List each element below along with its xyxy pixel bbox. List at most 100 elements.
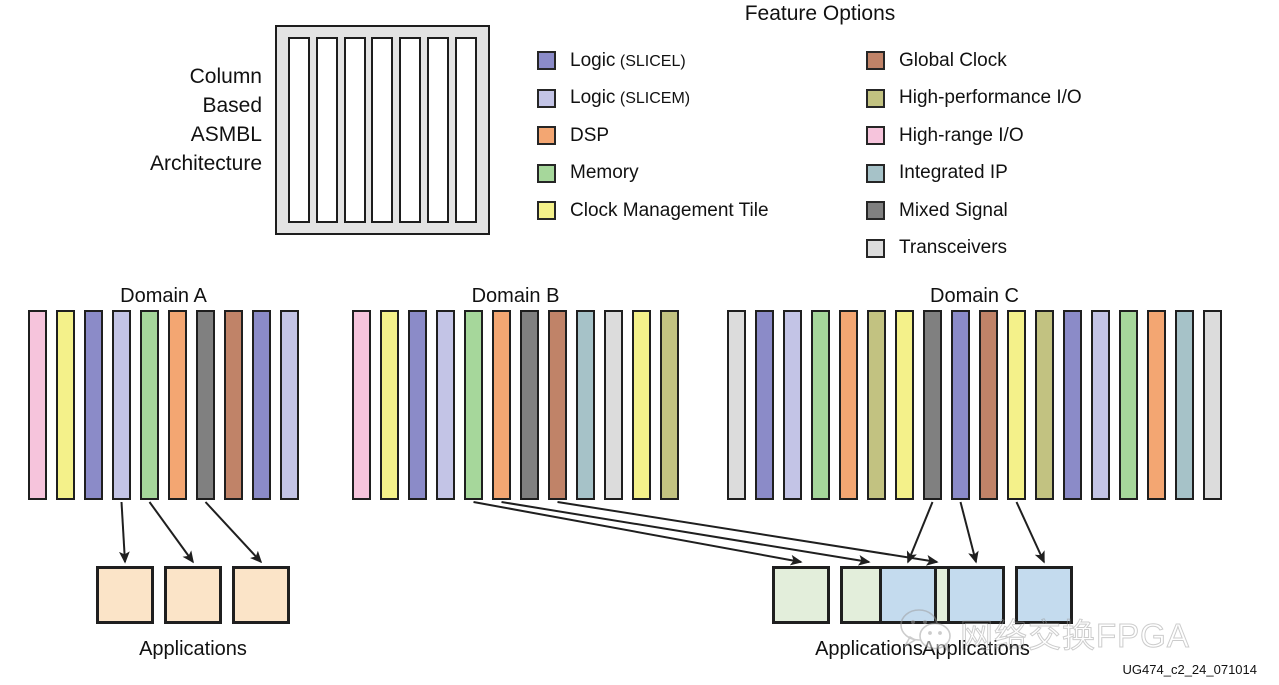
legend-label-main: Clock Management Tile xyxy=(570,199,769,221)
fpga-column-dsp[interactable] xyxy=(492,310,511,500)
legend-label-main: DSP xyxy=(570,124,610,146)
fpga-column-logic-slicem[interactable] xyxy=(1091,310,1110,500)
fpga-column-global-clock[interactable] xyxy=(224,310,243,500)
domain-arrow xyxy=(148,501,194,564)
legend-label-main: High-range I/O xyxy=(899,124,1024,146)
fpga-column-logic-slicem[interactable] xyxy=(280,310,299,500)
legend-label-main: Mixed Signal xyxy=(899,199,1008,221)
fpga-column-global-clock[interactable] xyxy=(979,310,998,500)
asmbl-column xyxy=(454,37,477,223)
asmbl-column xyxy=(427,37,450,223)
legend-label-main: Memory xyxy=(570,162,639,184)
fpga-column-integrated-ip[interactable] xyxy=(1175,310,1194,500)
fpga-column-clock-management-tile[interactable] xyxy=(380,310,399,500)
fpga-column-logic-slicel[interactable] xyxy=(252,310,271,500)
domain-arrow xyxy=(959,501,979,564)
fpga-column-logic-slicem[interactable] xyxy=(436,310,455,500)
fpga-column-transceivers[interactable] xyxy=(1203,310,1222,500)
legend-swatch-transceivers xyxy=(866,238,885,258)
legend-label: DSP xyxy=(570,125,609,147)
legend-label: Logic (SLICEL) xyxy=(570,50,686,72)
fpga-column-high-range-io[interactable] xyxy=(28,310,47,500)
fpga-column-high-performance-io[interactable] xyxy=(867,310,886,500)
legend-item: Logic (SLICEL) xyxy=(537,42,769,80)
fpga-column-global-clock[interactable] xyxy=(548,310,567,500)
fpga-column-transceivers[interactable] xyxy=(727,310,746,500)
fpga-column-memory[interactable] xyxy=(811,310,830,500)
legend-column-right: Global Clock High-performance I/O High-ran… xyxy=(866,42,1082,267)
domain-arrow xyxy=(204,501,263,564)
fpga-column-high-range-io[interactable] xyxy=(352,310,371,500)
domain-arrow xyxy=(1015,501,1045,564)
document-id-footer: UG474_c2_24_071014 xyxy=(1122,662,1257,677)
asmbl-column xyxy=(371,37,394,223)
legend-label-main: High-performance I/O xyxy=(899,87,1082,109)
legend-item: Mixed Signal xyxy=(866,192,1082,230)
legend-swatch-mixed-signal xyxy=(866,201,885,221)
domain-arrow xyxy=(119,501,130,564)
legend-label-sub: (SLICEL) xyxy=(615,52,686,70)
fpga-column-logic-slicel[interactable] xyxy=(408,310,427,500)
legend-label: High-performance I/O xyxy=(899,87,1082,109)
legend-label: Global Clock xyxy=(899,50,1007,72)
fpga-column-clock-management-tile[interactable] xyxy=(632,310,651,500)
fpga-column-mixed-signal[interactable] xyxy=(520,310,539,500)
fpga-column-logic-slicem[interactable] xyxy=(783,310,802,500)
legend-title: Feature Options xyxy=(744,2,896,25)
domain-arrows xyxy=(906,501,1045,564)
fpga-column-memory[interactable] xyxy=(464,310,483,500)
legend-label-main: Transceivers xyxy=(899,237,1008,259)
fpga-column-integrated-ip[interactable] xyxy=(576,310,595,500)
fpga-column-dsp[interactable] xyxy=(1147,310,1166,500)
legend-label-sub: (SLICEM) xyxy=(615,90,691,108)
fpga-column-logic-slicel[interactable] xyxy=(951,310,970,500)
legend-swatch-integrated-ip xyxy=(866,163,885,183)
fpga-column-logic-slicel[interactable] xyxy=(84,310,103,500)
legend-swatch-global-clock xyxy=(866,51,885,71)
domain-title: Domain A xyxy=(120,285,207,307)
legend-swatch-logic-slicel xyxy=(537,51,556,71)
legend-label: Clock Management Tile xyxy=(570,200,769,222)
fpga-column-memory[interactable] xyxy=(140,310,159,500)
legend-label-main: Logic xyxy=(570,49,616,71)
domain-title: Domain C xyxy=(930,285,1019,307)
fpga-column-clock-management-tile[interactable] xyxy=(895,310,914,500)
fpga-column-high-performance-io[interactable] xyxy=(1035,310,1054,500)
fpga-column-clock-management-tile[interactable] xyxy=(1007,310,1026,500)
fpga-column-mixed-signal[interactable] xyxy=(196,310,215,500)
domain-arrow xyxy=(906,501,934,564)
legend-swatch-clock-management-tile xyxy=(537,201,556,221)
legend-swatch-logic-slicem xyxy=(537,88,556,108)
legend-item: DSP xyxy=(537,117,769,155)
fpga-column-dsp[interactable] xyxy=(168,310,187,500)
fpga-column-strip xyxy=(727,310,1222,500)
fpga-column-logic-slicem[interactable] xyxy=(112,310,131,500)
fpga-column-strip xyxy=(352,310,679,500)
legend-item: Global Clock xyxy=(866,42,1082,80)
legend-label-main: Global Clock xyxy=(899,49,1007,71)
legend-label-main: Logic xyxy=(570,87,616,109)
legend-item: Logic (SLICEM) xyxy=(537,80,769,118)
asmbl-architecture-label: Column Based ASMBL Architecture xyxy=(149,65,262,175)
asmbl-architecture-diagram xyxy=(275,25,490,235)
legend-swatch-high-range-io xyxy=(866,126,885,146)
legend-label: Memory xyxy=(570,162,639,184)
legend-item: Transceivers xyxy=(866,230,1082,268)
fpga-column-dsp[interactable] xyxy=(839,310,858,500)
applications-label: Applications xyxy=(139,638,247,660)
legend-label: Integrated IP xyxy=(899,162,1008,184)
legend-item: Clock Management Tile xyxy=(537,192,769,230)
legend-label: Transceivers xyxy=(899,237,1007,259)
fpga-column-memory[interactable] xyxy=(1119,310,1138,500)
fpga-column-transceivers[interactable] xyxy=(604,310,623,500)
fpga-column-logic-slicel[interactable] xyxy=(755,310,774,500)
fpga-column-high-performance-io[interactable] xyxy=(660,310,679,500)
legend-label-main: Integrated IP xyxy=(899,162,1008,184)
fpga-column-clock-management-tile[interactable] xyxy=(56,310,75,500)
fpga-column-mixed-signal[interactable] xyxy=(923,310,942,500)
legend-item: Memory xyxy=(537,155,769,193)
asmbl-column xyxy=(343,37,366,223)
legend-label: Mixed Signal xyxy=(899,200,1008,222)
legend-item: High-range I/O xyxy=(866,117,1082,155)
fpga-column-logic-slicel[interactable] xyxy=(1063,310,1082,500)
